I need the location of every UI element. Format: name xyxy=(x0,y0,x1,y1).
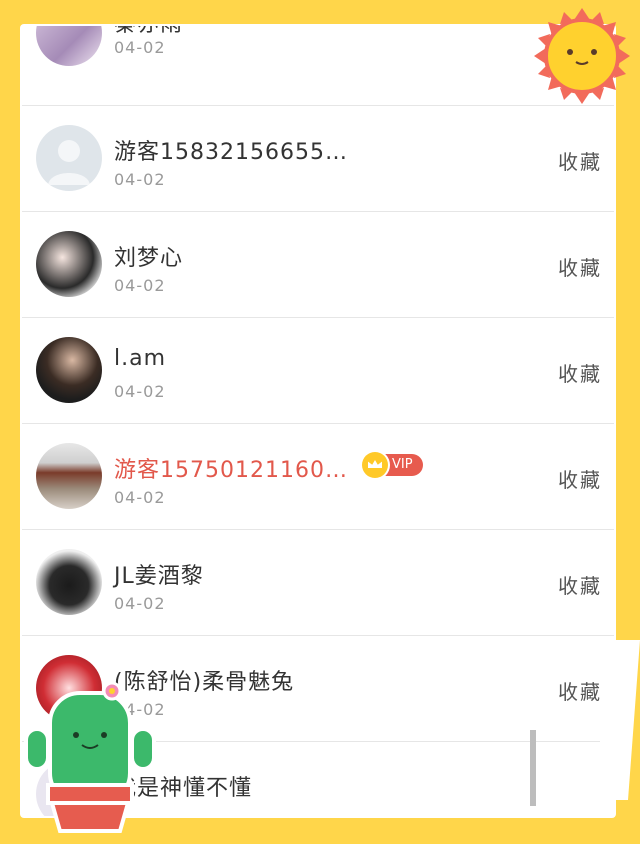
vip-badge: VIP xyxy=(362,452,423,478)
favorite-button[interactable]: 收藏 xyxy=(558,252,602,281)
favorite-button[interactable]: 收藏 xyxy=(558,358,602,387)
visit-date: 04-02 xyxy=(114,276,166,295)
favorite-button[interactable]: 收藏 xyxy=(558,676,602,705)
list-item[interactable]: 秦亦雨 04-02 xyxy=(22,26,614,106)
crown-icon xyxy=(362,452,388,478)
avatar[interactable] xyxy=(36,125,102,191)
visitor-name: l.am xyxy=(114,346,167,371)
default-user-icon xyxy=(48,140,90,185)
visitor-name: 游客15750121160… xyxy=(114,458,348,483)
visit-date: 04-02 xyxy=(114,38,166,57)
sun-sticker-icon xyxy=(534,8,630,104)
visit-date: 04-02 xyxy=(114,170,166,189)
visitor-name: JL姜酒黎 xyxy=(114,564,204,589)
favorite-button[interactable]: 收藏 xyxy=(558,464,602,493)
list-item[interactable]: JL姜酒黎 04-02 收藏 xyxy=(22,530,614,636)
avatar[interactable] xyxy=(36,337,102,403)
avatar[interactable] xyxy=(36,231,102,297)
avatar[interactable] xyxy=(36,26,102,66)
favorite-button[interactable]: 收藏 xyxy=(558,570,602,599)
list-item[interactable]: 刘梦心 04-02 收藏 xyxy=(22,212,614,318)
visit-date: 04-02 xyxy=(114,382,166,401)
list-item[interactable]: 游客15750121160… VIP 04-02 收藏 xyxy=(22,424,614,530)
avatar[interactable] xyxy=(36,549,102,615)
visitor-name: 游客15832156655… xyxy=(114,140,348,165)
app-frame: 秦亦雨 04-02 游客15832156655… 04-02 收藏 刘梦心 04… xyxy=(0,0,640,844)
visit-date: 04-02 xyxy=(114,488,166,507)
list-item[interactable]: l.am 04-02 收藏 xyxy=(22,318,614,424)
paper-fold xyxy=(600,640,640,800)
visitor-name: 刘梦心 xyxy=(114,246,184,271)
favorite-button[interactable]: 收藏 xyxy=(558,146,602,175)
avatar[interactable] xyxy=(36,443,102,509)
list-item[interactable]: 游客15832156655… 04-02 收藏 xyxy=(22,106,614,212)
cactus-sticker-icon xyxy=(24,681,156,833)
visitor-name: 秦亦雨 xyxy=(114,26,183,38)
vip-label: VIP xyxy=(392,457,413,472)
visit-date: 04-02 xyxy=(114,594,166,613)
scrollbar[interactable] xyxy=(530,730,536,806)
